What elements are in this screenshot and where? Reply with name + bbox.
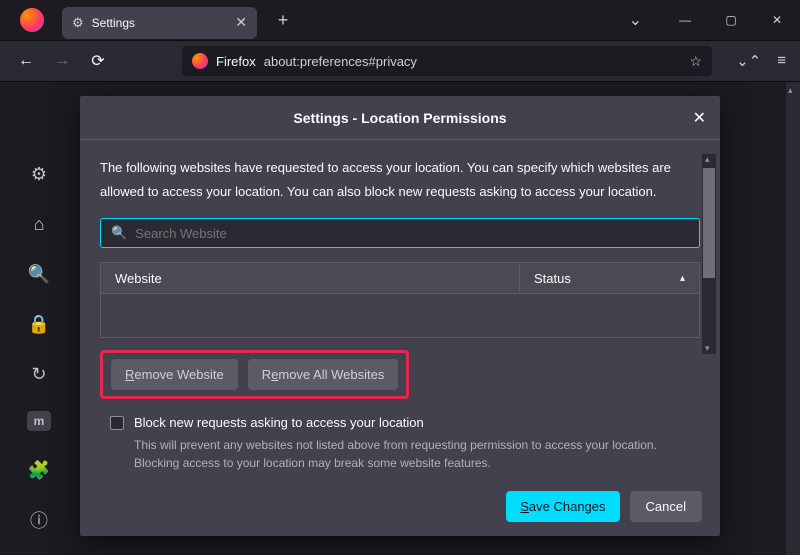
save-changes-button[interactable]: Save Changes (506, 491, 619, 522)
minimize-button[interactable]: — (662, 0, 708, 40)
dialog-title: Settings - Location Permissions (293, 110, 506, 126)
help-icon[interactable]: ⓘ (24, 505, 54, 535)
page-scrollbar[interactable]: ▴ (786, 82, 800, 555)
forward-button[interactable]: → (50, 52, 74, 70)
dialog-header: Settings - Location Permissions ✕ (80, 96, 720, 140)
more-from-mozilla-icon[interactable]: m (27, 411, 51, 431)
home-icon[interactable]: ⌂ (24, 212, 54, 238)
block-helper-text: This will prevent any websites not liste… (134, 436, 680, 472)
sort-caret-icon: ▴ (680, 273, 685, 284)
general-gear-icon[interactable]: ⚙ (24, 162, 54, 188)
dialog-footer: Save Changes Cancel (80, 479, 720, 536)
remove-all-websites-button[interactable]: Remove All Websites (248, 359, 399, 390)
block-checkbox-label: Block new requests asking to access your… (134, 415, 424, 430)
permissions-table-header: Website Status ▴ (100, 262, 700, 294)
url-bar[interactable]: Firefox about:preferences#privacy ☆ (182, 46, 712, 76)
dialog-description: The following websites have requested to… (100, 156, 700, 204)
firefox-small-icon (192, 53, 208, 69)
window-controls: — ▢ ✕ (662, 0, 800, 40)
search-icon: 🔍 (111, 225, 127, 241)
tab-label: Settings (92, 16, 228, 30)
search-website-field[interactable]: 🔍 (100, 218, 700, 248)
location-permissions-dialog: Settings - Location Permissions ✕ The fo… (80, 96, 720, 536)
privacy-lock-icon[interactable]: 🔒 (24, 311, 54, 337)
remove-buttons-highlight: Remove Website Remove All Websites (100, 350, 409, 399)
browser-tab[interactable]: ⚙ Settings ✕ (62, 7, 257, 39)
block-checkbox[interactable] (110, 416, 124, 430)
bookmark-star-icon[interactable]: ☆ (689, 53, 702, 70)
close-tab-icon[interactable]: ✕ (235, 14, 247, 31)
reload-button[interactable]: ⟳ (86, 51, 110, 71)
remove-website-button[interactable]: Remove Website (111, 359, 238, 390)
maximize-button[interactable]: ▢ (708, 0, 754, 40)
permissions-table-body (100, 294, 700, 338)
back-button[interactable]: ← (14, 52, 38, 70)
dialog-scrollbar[interactable] (702, 154, 716, 354)
gear-icon: ⚙ (72, 15, 84, 31)
close-window-button[interactable]: ✕ (754, 0, 800, 40)
url-prefix: Firefox (216, 54, 256, 69)
block-new-requests-row[interactable]: Block new requests asking to access your… (110, 415, 700, 430)
firefox-logo-icon (20, 8, 44, 32)
pocket-icon[interactable]: ⌄⌃ (736, 52, 761, 70)
extensions-icon[interactable]: 🧩 (24, 455, 54, 485)
search-icon[interactable]: 🔍 (24, 262, 54, 288)
column-status[interactable]: Status ▴ (519, 263, 699, 293)
column-website[interactable]: Website (101, 263, 519, 293)
url-text: about:preferences#privacy (264, 54, 682, 69)
sync-icon[interactable]: ↻ (24, 361, 54, 387)
new-tab-button[interactable]: + (269, 10, 297, 31)
cancel-button[interactable]: Cancel (630, 491, 702, 522)
window-titlebar: ⚙ Settings ✕ + ⌄ — ▢ ✕ (0, 0, 800, 40)
tabs-dropdown-icon[interactable]: ⌄ (629, 10, 642, 30)
browser-toolbar: ← → ⟳ Firefox about:preferences#privacy … (0, 40, 800, 82)
search-input[interactable] (135, 226, 689, 241)
close-dialog-button[interactable]: ✕ (693, 108, 706, 128)
menu-icon[interactable]: ≡ (777, 52, 786, 70)
settings-sidebar: ⚙ ⌂ 🔍 🔒 ↻ m 🧩 ⓘ (0, 82, 78, 555)
